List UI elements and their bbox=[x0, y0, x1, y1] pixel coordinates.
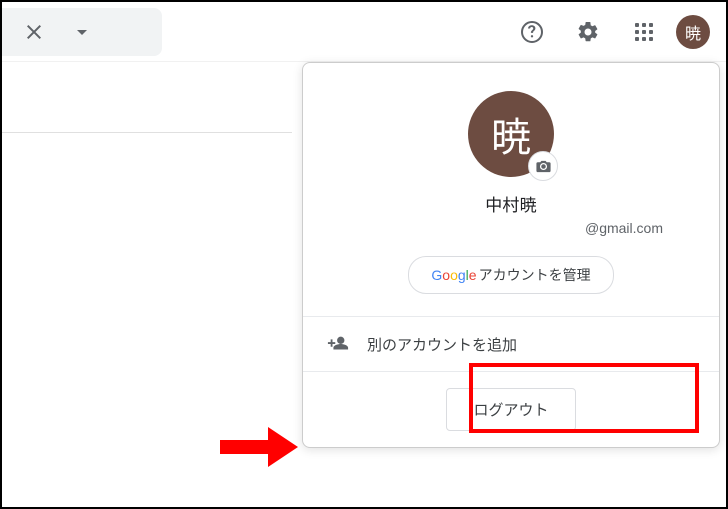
topbar-right: 暁 bbox=[508, 12, 710, 52]
search-controls bbox=[2, 8, 162, 56]
avatar[interactable]: 暁 bbox=[676, 15, 710, 49]
manage-account-button[interactable]: Google アカウントを管理 bbox=[408, 256, 613, 294]
add-account-button[interactable]: 別のアカウントを追加 bbox=[303, 317, 719, 372]
topbar: 暁 bbox=[2, 2, 726, 62]
close-icon[interactable] bbox=[14, 12, 54, 52]
camera-icon[interactable] bbox=[528, 151, 558, 181]
account-panel-header: 暁 中村暁 @gmail.com Google アカウントを管理 bbox=[303, 63, 719, 317]
settings-icon[interactable] bbox=[568, 12, 608, 52]
avatar-large: 暁 bbox=[468, 91, 554, 177]
help-icon[interactable] bbox=[512, 12, 552, 52]
google-logo: Google bbox=[431, 267, 476, 283]
manage-account-label: アカウントを管理 bbox=[479, 265, 591, 285]
user-name: 中村暁 bbox=[485, 191, 537, 216]
logout-row: ログアウト bbox=[303, 372, 719, 447]
annotation-arrow bbox=[220, 427, 302, 467]
account-panel: 暁 中村暁 @gmail.com Google アカウントを管理 別のアカウント… bbox=[302, 62, 720, 448]
logout-button[interactable]: ログアウト bbox=[446, 388, 575, 431]
person-add-icon bbox=[327, 333, 349, 355]
apps-icon[interactable] bbox=[624, 12, 664, 52]
user-email: @gmail.com bbox=[319, 220, 703, 236]
content-area: 暁 中村暁 @gmail.com Google アカウントを管理 別のアカウント… bbox=[2, 62, 726, 507]
list-divider bbox=[2, 132, 292, 133]
add-account-label: 別のアカウントを追加 bbox=[367, 334, 517, 355]
dropdown-icon[interactable] bbox=[62, 12, 102, 52]
